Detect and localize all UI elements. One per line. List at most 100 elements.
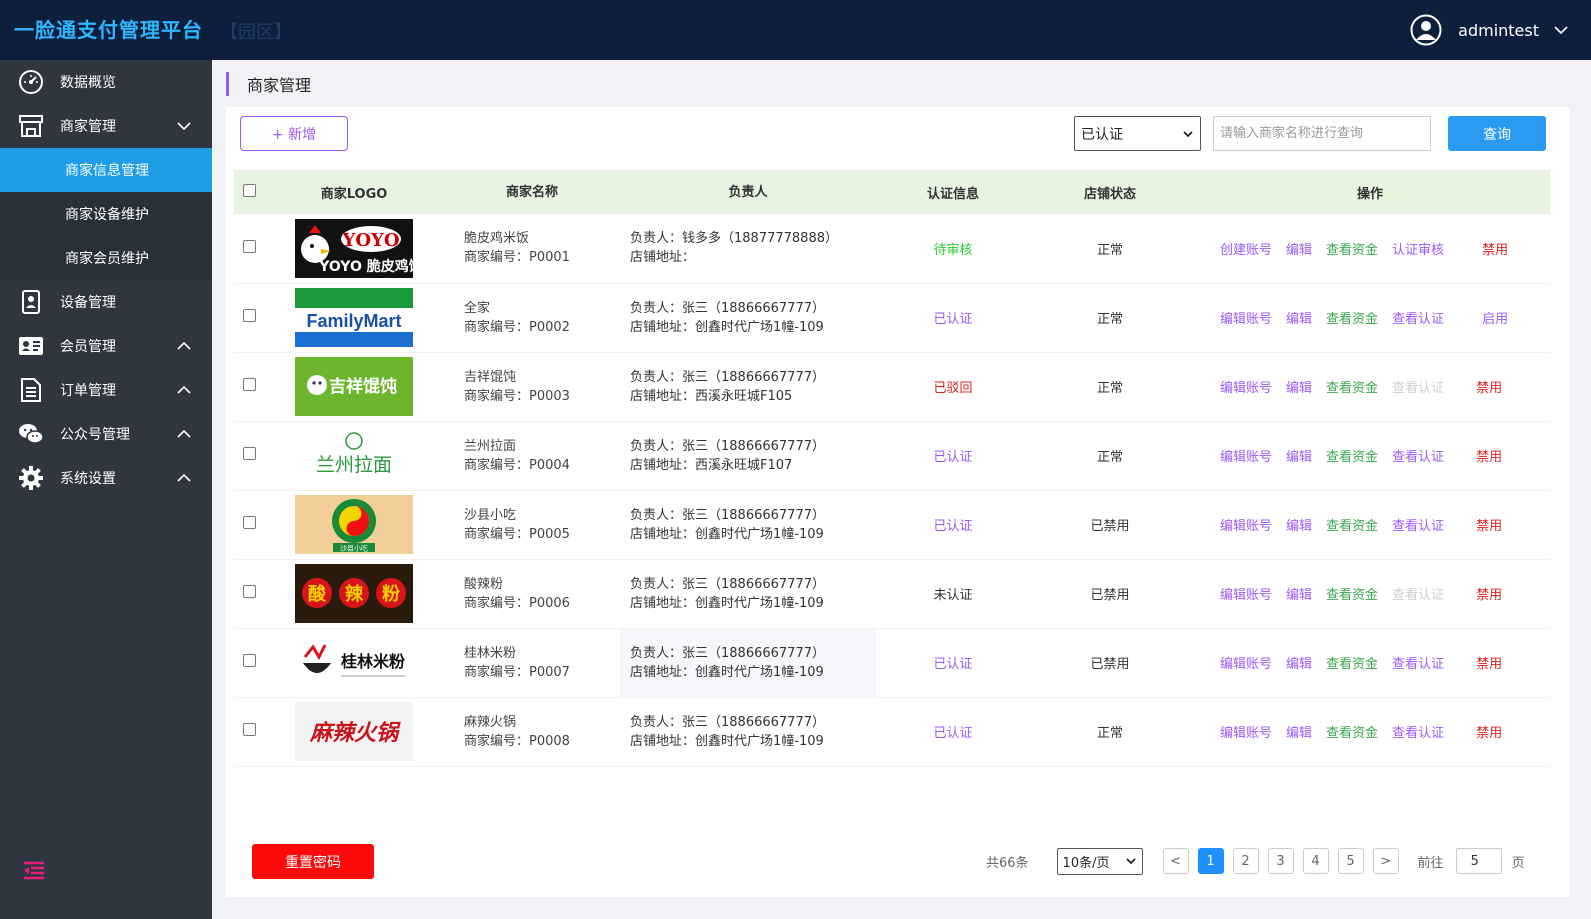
chevron-up-icon — [177, 341, 191, 350]
create-account-link[interactable]: 创建账号 — [1220, 239, 1272, 258]
edit-link[interactable]: 编辑 — [1286, 308, 1312, 327]
edit-account-link[interactable]: 编辑账号 — [1220, 653, 1272, 672]
disable-link[interactable]: 禁用 — [1476, 722, 1502, 741]
view-auth-link[interactable]: 查看认证 — [1392, 308, 1444, 327]
sidebar-subitem-merchant-device[interactable]: 商家设备维护 — [0, 192, 212, 236]
sidebar-item-settings[interactable]: 系统设置 — [0, 456, 212, 500]
disable-link[interactable]: 禁用 — [1476, 653, 1502, 672]
edit-link[interactable]: 编辑 — [1286, 377, 1312, 396]
user-avatar-icon — [1410, 14, 1442, 46]
page-button-4[interactable]: 4 — [1302, 848, 1329, 874]
query-button[interactable]: 查询 — [1448, 116, 1546, 151]
brand-title: 一脸通支付管理平台 — [14, 18, 203, 42]
edit-link[interactable]: 编辑 — [1286, 239, 1312, 258]
row-checkbox[interactable] — [242, 309, 256, 322]
merchant-logo-text: 吉祥馄饨 — [329, 376, 397, 397]
disable-link[interactable]: 禁用 — [1476, 584, 1502, 603]
merchant-name: 沙县小吃 — [464, 507, 517, 523]
view-funds-link[interactable]: 查看资金 — [1326, 515, 1378, 534]
edit-account-link[interactable]: 编辑账号 — [1220, 722, 1272, 741]
goto-page-input[interactable]: 5 — [1455, 848, 1502, 874]
merchant-logo: 吉祥馄饨 — [295, 357, 413, 416]
row-checkbox[interactable] — [242, 378, 256, 391]
disable-link[interactable]: 禁用 — [1482, 239, 1508, 258]
edit-account-link[interactable]: 编辑账号 — [1220, 308, 1272, 327]
view-auth-link[interactable]: 查看认证 — [1392, 446, 1444, 465]
merchant-logo-text: YOYO 脆皮鸡饭 — [318, 258, 413, 275]
view-funds-link[interactable]: 查看资金 — [1326, 446, 1378, 465]
sidebar-item-member[interactable]: 会员管理 — [0, 324, 212, 368]
row-checkbox[interactable] — [242, 516, 256, 529]
view-auth-link[interactable]: 查看认证 — [1392, 515, 1444, 534]
view-auth-link[interactable]: 查看认证 — [1392, 722, 1444, 741]
sidebar-subitem-merchant-member[interactable]: 商家会员维护 — [0, 236, 212, 280]
prev-page-button[interactable]: < — [1162, 848, 1189, 874]
reset-password-button[interactable]: 重置密码 — [252, 844, 374, 879]
edit-account-link[interactable]: 编辑账号 — [1220, 377, 1272, 396]
goto-label: 前往 — [1417, 855, 1444, 871]
edit-account-link[interactable]: 编辑账号 — [1220, 515, 1272, 534]
sidebar-item-order[interactable]: 订单管理 — [0, 368, 212, 412]
disable-link[interactable]: 禁用 — [1476, 446, 1502, 465]
next-page-button[interactable]: > — [1372, 848, 1399, 874]
view-funds-link[interactable]: 查看资金 — [1326, 653, 1378, 672]
sidebar-item-label: 公众号管理 — [60, 427, 130, 443]
merchant-logo-text: 酸 — [308, 583, 327, 605]
page-button-2[interactable]: 2 — [1232, 848, 1259, 874]
sidebar-item-wechat[interactable]: 公众号管理 — [0, 412, 212, 456]
row-checkbox[interactable] — [242, 447, 256, 460]
select-all-checkbox[interactable] — [242, 183, 256, 197]
page-button-3[interactable]: 3 — [1267, 848, 1294, 874]
view-funds-link[interactable]: 查看资金 — [1326, 722, 1378, 741]
merchant-logo: 兰州拉面 — [295, 426, 413, 485]
auth-status: 已认证 — [876, 283, 1030, 353]
owner-info: 负责人：张三（18866667777） — [630, 576, 825, 592]
view-funds-link[interactable]: 查看资金 — [1326, 308, 1378, 327]
page-button-5[interactable]: 5 — [1337, 848, 1364, 874]
view-funds-link[interactable]: 查看资金 — [1326, 377, 1378, 396]
auth-status: 已认证 — [876, 628, 1030, 698]
sidebar-item-merchant[interactable]: 商家管理 — [0, 104, 212, 148]
collapse-menu-icon[interactable] — [22, 861, 46, 881]
search-input[interactable] — [1213, 116, 1431, 151]
sidebar-item-label: 会员管理 — [60, 339, 116, 355]
merchant-logo-text: 粉 — [382, 583, 400, 605]
sidebar-item-dashboard[interactable]: 数据概览 — [0, 60, 212, 104]
disable-link[interactable]: 禁用 — [1476, 515, 1502, 534]
sidebar-subitem-merchant-info[interactable]: 商家信息管理 — [0, 148, 212, 192]
view-auth-link[interactable]: 查看认证 — [1392, 653, 1444, 672]
row-checkbox[interactable] — [242, 585, 256, 598]
row-checkbox[interactable] — [242, 239, 256, 253]
chevron-down-icon — [1554, 26, 1568, 35]
view-funds-link[interactable]: 查看资金 — [1326, 239, 1378, 258]
edit-account-link[interactable]: 编辑账号 — [1220, 584, 1272, 603]
edit-link[interactable]: 编辑 — [1286, 722, 1312, 741]
edit-link[interactable]: 编辑 — [1286, 446, 1312, 465]
add-button[interactable]: + 新增 — [240, 116, 348, 151]
col-ops: 操作 — [1190, 170, 1550, 214]
edit-account-link[interactable]: 编辑账号 — [1220, 446, 1272, 465]
order-doc-icon — [18, 377, 44, 403]
page-size-select[interactable]: 10条/页 — [1056, 847, 1143, 875]
merchant-code: 商家编号：P0003 — [464, 388, 570, 404]
edit-link[interactable]: 编辑 — [1286, 653, 1312, 672]
edit-link[interactable]: 编辑 — [1286, 584, 1312, 603]
disable-link[interactable]: 禁用 — [1476, 377, 1502, 396]
sidebar-item-device[interactable]: 设备管理 — [0, 280, 212, 324]
status-select[interactable]: 已认证 — [1074, 116, 1201, 151]
chevron-down-icon — [177, 122, 191, 131]
enable-link[interactable]: 启用 — [1482, 308, 1508, 327]
page-button-1[interactable]: 1 — [1197, 848, 1224, 874]
store-address: 店铺地址：创鑫时代广场1幢-109 — [630, 526, 824, 542]
total-count: 共66条 — [986, 855, 1029, 871]
view-funds-link[interactable]: 查看资金 — [1326, 584, 1378, 603]
device-icon — [18, 289, 44, 315]
row-checkbox[interactable] — [242, 723, 256, 736]
merchant-name: 吉祥馄饨 — [464, 369, 517, 385]
store-status: 正常 — [1030, 283, 1190, 353]
edit-link[interactable]: 编辑 — [1286, 515, 1312, 534]
review-auth-link[interactable]: 认证审核 — [1392, 239, 1444, 258]
row-checkbox[interactable] — [242, 654, 256, 667]
page-size-value: 10条/页 — [1062, 855, 1110, 871]
user-menu[interactable]: admintest — [1410, 14, 1569, 46]
